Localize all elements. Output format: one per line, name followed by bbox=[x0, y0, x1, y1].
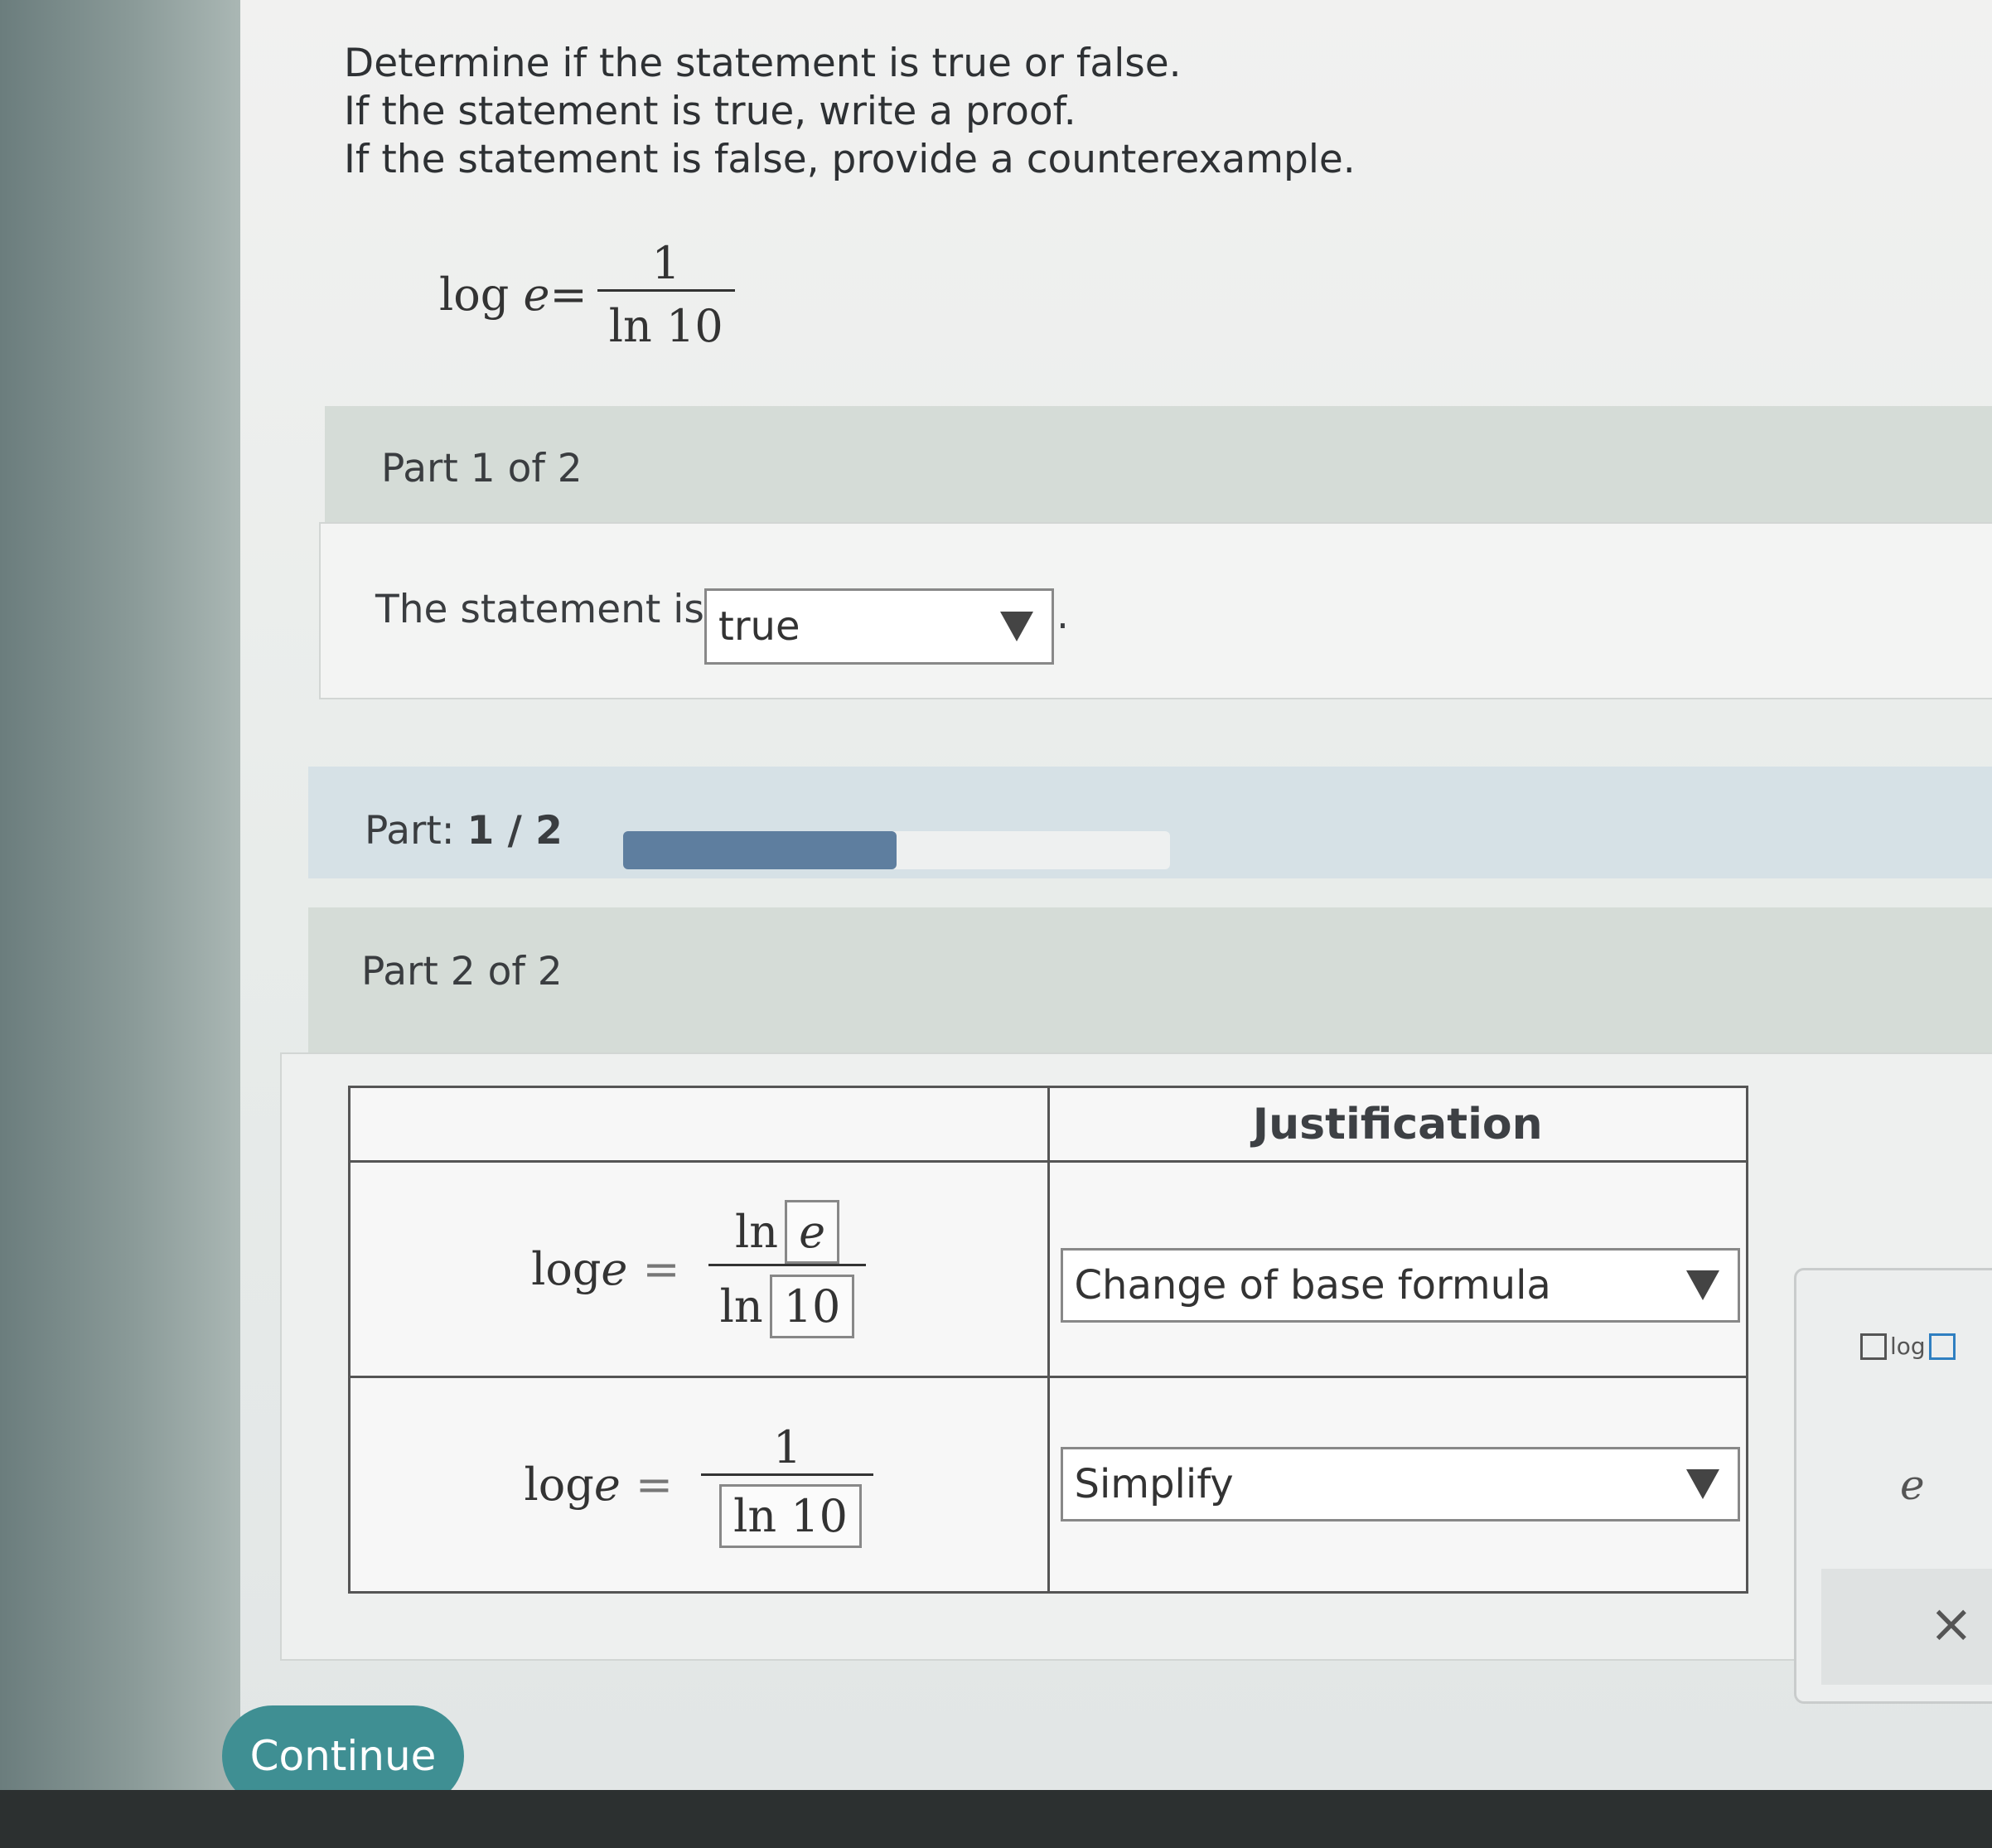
screen-bezel bbox=[0, 0, 240, 1848]
justification-select-1[interactable]: Change of base formula bbox=[1060, 1248, 1740, 1323]
part1-title: Part 1 of 2 bbox=[381, 446, 583, 491]
true-false-select-value: true bbox=[718, 603, 800, 650]
part1-period: . bbox=[1056, 593, 1069, 638]
dropdown-caret-icon bbox=[1685, 1270, 1719, 1300]
math-keypad: log e × bbox=[1794, 1268, 1992, 1704]
empty-box-icon bbox=[1860, 1333, 1887, 1360]
proof-row-1-justification: Change of base formula bbox=[1047, 1160, 1748, 1378]
proof-row-1-statement: loge = ln e ln 10 bbox=[348, 1160, 1050, 1378]
statement-equals: = bbox=[549, 268, 587, 321]
row2-lhs-fn: log bbox=[524, 1459, 594, 1511]
dropdown-caret-icon bbox=[1685, 1469, 1719, 1499]
row1-lhs-fn: log bbox=[531, 1243, 602, 1295]
row1-denominator-input[interactable]: 10 bbox=[769, 1275, 855, 1338]
proof-table-header: Justification bbox=[348, 1086, 1748, 1163]
justification-select-2-value: Simplify bbox=[1074, 1461, 1234, 1507]
row1-den-fn: ln bbox=[719, 1280, 763, 1333]
instructions: Determine if the statement is true or fa… bbox=[344, 40, 1356, 184]
statement-equation: log e = 1 ln 10 bbox=[439, 228, 735, 360]
statement-denominator: ln 10 bbox=[597, 288, 735, 352]
statement-fraction: 1 ln 10 bbox=[597, 237, 735, 352]
log-button-label: log bbox=[1890, 1333, 1926, 1360]
clear-button[interactable]: × bbox=[1821, 1569, 1992, 1685]
progress-label-text: Part: bbox=[365, 808, 455, 854]
log-base-button[interactable]: log bbox=[1857, 1333, 1959, 1360]
justification-column-header: Justification bbox=[1047, 1086, 1748, 1163]
proof-row-2-statement: loge = 1 ln 10 bbox=[348, 1376, 1050, 1594]
row1-fraction: ln e ln 10 bbox=[708, 1200, 867, 1338]
row2-lhs-var: e bbox=[593, 1459, 621, 1511]
subscript-box-icon bbox=[1928, 1333, 1956, 1360]
proof-row-1: loge = ln e ln 10 Change of base formula bbox=[348, 1160, 1748, 1378]
e-button[interactable]: e bbox=[1900, 1461, 1925, 1509]
progress-bar-fill bbox=[623, 831, 897, 869]
statement-lhs-fn: log bbox=[439, 268, 510, 321]
proof-row-2-justification: Simplify bbox=[1047, 1376, 1748, 1594]
part2-title: Part 2 of 2 bbox=[361, 949, 563, 994]
statement-column-header bbox=[348, 1086, 1050, 1163]
row2-numerator: 1 bbox=[772, 1421, 802, 1473]
row2-equals: = bbox=[635, 1459, 674, 1511]
row1-numerator-input[interactable]: e bbox=[785, 1200, 840, 1264]
progress-bar bbox=[623, 831, 1170, 869]
true-false-select[interactable]: true bbox=[704, 588, 1054, 665]
proof-row-2: loge = 1 ln 10 Simplify bbox=[348, 1376, 1748, 1594]
row2-denominator-input[interactable]: ln 10 bbox=[719, 1484, 862, 1548]
part1-sentence: The statement is bbox=[375, 587, 704, 632]
close-icon: × bbox=[1929, 1594, 1974, 1655]
instruction-line-2: If the statement is true, write a proof. bbox=[344, 89, 1076, 134]
progress-value: 1 / 2 bbox=[467, 808, 563, 854]
justification-select-2[interactable]: Simplify bbox=[1060, 1447, 1740, 1521]
statement-lhs-var: e bbox=[523, 268, 550, 321]
statement-numerator: 1 bbox=[651, 236, 680, 289]
screen-bezel-bottom bbox=[0, 1790, 1992, 1848]
dropdown-caret-icon bbox=[1000, 612, 1033, 641]
row1-equals: = bbox=[642, 1243, 680, 1295]
instruction-line-1: Determine if the statement is true or fa… bbox=[344, 41, 1182, 86]
row2-fraction: 1 ln 10 bbox=[701, 1421, 873, 1548]
row1-lhs-var: e bbox=[601, 1243, 628, 1295]
progress-label: Part: 1 / 2 bbox=[365, 808, 563, 854]
justification-select-1-value: Change of base formula bbox=[1074, 1262, 1551, 1309]
proof-table: Justification loge = ln e ln 10 Change of … bbox=[348, 1086, 1748, 1594]
row1-num-fn: ln bbox=[735, 1206, 779, 1258]
instruction-line-3: If the statement is false, provide a cou… bbox=[344, 137, 1356, 182]
